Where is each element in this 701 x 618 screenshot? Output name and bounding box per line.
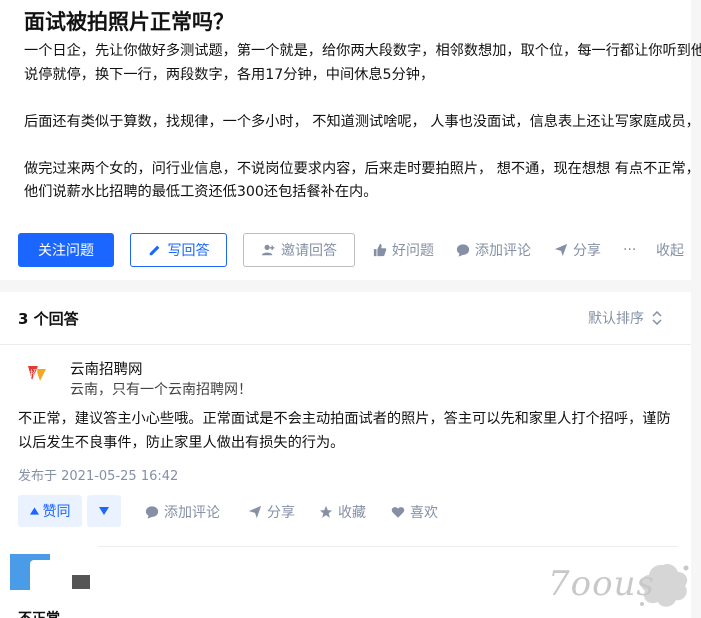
author-bio: 云南，只有一个云南招聘网！ (70, 382, 252, 398)
question-detail: 一个日企，先让你做好多测试题，第一个就是，给你两大段数字，相邻数想加，取个位，每… (24, 40, 701, 228)
answer-content: 不正常，建议答主小心些哦。正常面试是不会主动拍面试者的照片，答主可以先和家里人打… (18, 411, 671, 451)
thumbs-up-icon (373, 243, 387, 257)
question-actions: 关注问题 写回答 邀请回答 好问题 添加评论 分享 ··· 收起 (18, 233, 701, 267)
add-comment-button[interactable]: 添加评论 (456, 233, 531, 267)
downvote-button[interactable] (87, 495, 121, 527)
more-actions-label: ··· (623, 242, 637, 258)
triangle-down-icon (99, 507, 109, 515)
add-comment-label: 添加评论 (475, 243, 531, 259)
write-answer-label: 写回答 (167, 243, 210, 259)
comment-icon (456, 244, 470, 257)
question-detail-paragraph: 一个日企，先让你做好多测试题，第一个就是，给你两大段数字，相邻数想加，取个位，每… (24, 43, 701, 83)
author-avatar[interactable]: 招 (22, 358, 52, 388)
watermark: 7oous (548, 560, 698, 612)
answer-count: 3 个回答 (18, 310, 79, 328)
answer-share-label: 分享 (267, 505, 295, 521)
ink-splat-icon (640, 563, 689, 607)
answer-actions: 赞同 添加评论 分享 收藏 喜欢 (18, 495, 678, 529)
collect-button[interactable]: 收藏 (319, 495, 366, 529)
invite-answer-button[interactable]: 邀请回答 (243, 233, 355, 267)
answer-comment-button[interactable]: 添加评论 (145, 495, 220, 529)
heart-icon (391, 507, 405, 518)
next-answer-author-mark (72, 575, 90, 589)
good-question-label: 好问题 (392, 243, 434, 259)
author-name[interactable]: 云南招聘网 (70, 358, 143, 379)
invite-user-icon (261, 244, 275, 256)
publish-time[interactable]: 发布于 2021-05-25 16:42 (18, 465, 178, 484)
collapse-button[interactable]: 收起 (656, 233, 684, 267)
pencil-icon (149, 245, 159, 256)
recruit-logo-icon: 招 (28, 366, 46, 381)
like-button[interactable]: 喜欢 (391, 495, 438, 529)
upvote-button[interactable]: 赞同 (18, 495, 82, 527)
sort-label: 默认排序 (588, 311, 644, 327)
share-icon (248, 505, 262, 519)
triangle-up-icon (29, 507, 39, 515)
good-question-button[interactable]: 好问题 (373, 233, 434, 267)
answer-comment-label: 添加评论 (164, 505, 220, 521)
sort-selector[interactable]: 默认排序 (588, 308, 662, 328)
collect-label: 收藏 (338, 505, 366, 521)
answers-header: 3 个回答 默认排序 (0, 292, 691, 345)
question-detail-paragraph: 做完过来两个女的，问行业信息，不说岗位要求内容，后来走时要拍照片， 想不通，现在… (24, 160, 700, 201)
answer-divider (98, 546, 678, 547)
question-card: 面试被拍照片正常吗？ 一个日企，先让你做好多测试题，第一个就是，给你两大段数字，… (0, 0, 701, 280)
follow-question-label: 关注问题 (38, 243, 94, 259)
question-detail-paragraph: 后面还有类似于算数，找规律，一个多小时， 不知道测试啥呢， 人事也没面试，信息表… (24, 113, 700, 130)
collapse-label: 收起 (656, 243, 684, 259)
more-actions-button[interactable]: ··· (623, 233, 636, 267)
question-title: 面试被拍照片正常吗？ (24, 10, 234, 34)
avatar-notch (30, 560, 52, 590)
follow-question-button[interactable]: 关注问题 (18, 233, 114, 267)
like-label: 喜欢 (410, 505, 438, 521)
avatar-glyph: 招 (30, 368, 38, 378)
sort-chevrons-icon (652, 311, 662, 325)
share-icon (554, 243, 568, 257)
share-question-label: 分享 (573, 243, 601, 259)
next-answer-preview: 不正常 (18, 608, 60, 618)
comment-icon (145, 506, 159, 519)
write-answer-button[interactable]: 写回答 (130, 233, 227, 267)
upvote-label: 赞同 (42, 504, 71, 520)
share-question-button[interactable]: 分享 (554, 233, 601, 267)
answer-share-button[interactable]: 分享 (248, 495, 295, 529)
star-icon (319, 505, 333, 518)
invite-answer-label: 邀请回答 (281, 243, 337, 259)
